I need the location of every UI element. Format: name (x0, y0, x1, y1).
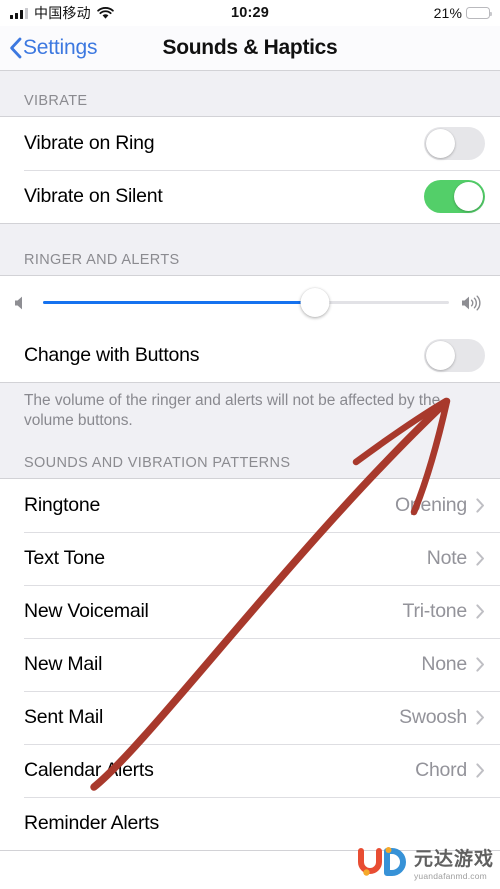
ringer-volume-slider[interactable] (43, 288, 449, 318)
row-label: Sent Mail (24, 706, 104, 728)
back-button-label: Settings (23, 36, 98, 59)
row-vibrate-on-silent[interactable]: Vibrate on Silent (0, 170, 500, 223)
row-value: Swoosh (399, 706, 467, 728)
row-new-voicemail[interactable]: New Voicemail Tri-tone (0, 585, 500, 638)
row-label: Calendar Alerts (24, 759, 154, 781)
watermark: 元达游戏 yuandafanmd.com (357, 846, 494, 885)
row-accessory (424, 180, 485, 213)
row-new-mail[interactable]: New Mail None (0, 638, 500, 691)
row-label: Reminder Alerts (24, 812, 159, 834)
toggle-change-with-buttons[interactable] (424, 339, 485, 372)
chevron-right-icon (476, 551, 485, 566)
section-spacer (0, 431, 500, 455)
section-spacer (0, 71, 500, 93)
speaker-high-icon (459, 293, 489, 313)
row-value: Chord (415, 759, 467, 781)
battery-percent-label: 21% (433, 5, 462, 21)
row-value: Opening (395, 494, 467, 516)
row-label: Vibrate on Ring (24, 132, 155, 154)
row-accessory: Swoosh (399, 706, 485, 729)
chevron-right-icon (476, 657, 485, 672)
chevron-right-icon (476, 710, 485, 725)
chevron-left-icon (9, 37, 22, 59)
chevron-right-icon (476, 498, 485, 513)
row-accessory (424, 127, 485, 160)
row-value: None (421, 653, 467, 675)
row-accessory (424, 339, 485, 372)
back-button[interactable]: Settings (0, 36, 97, 60)
toggle-vibrate-on-ring[interactable] (424, 127, 485, 160)
group-vibrate: Vibrate on Ring Vibrate on Silent (0, 116, 500, 224)
watermark-url: yuandafanmd.com (413, 871, 487, 882)
row-label: Change with Buttons (24, 344, 200, 366)
group-ringer: Change with Buttons (0, 275, 500, 383)
row-ringtone[interactable]: Ringtone Opening (0, 479, 500, 532)
section-spacer (0, 224, 500, 252)
iphone-screen: 中国移动 10:29 21% Settings Sounds & Haptics… (0, 0, 500, 889)
slider-thumb[interactable] (300, 288, 330, 317)
row-accessory: None (421, 653, 485, 676)
status-bar-left: 中国移动 (10, 3, 114, 23)
row-value: Tri-tone (402, 600, 468, 622)
row-accessory: Tri-tone (403, 600, 485, 623)
navigation-bar: Settings Sounds & Haptics (0, 26, 500, 71)
row-label: Vibrate on Silent (24, 185, 163, 207)
group-sounds: Ringtone Opening Text Tone Note New Voic… (0, 478, 500, 851)
chevron-right-icon (476, 763, 485, 778)
speaker-low-icon (11, 293, 33, 313)
wifi-icon (97, 6, 114, 20)
row-accessory: Note (427, 547, 485, 570)
row-label: New Mail (24, 653, 103, 675)
row-label: New Voicemail (24, 600, 149, 622)
carrier-label: 中国移动 (34, 6, 91, 22)
watermark-text: 元达游戏 yuandafanmd.com (414, 850, 494, 881)
slider-track-fill (43, 300, 316, 305)
row-calendar-alerts[interactable]: Calendar Alerts Chord (0, 744, 500, 797)
cellular-bars-icon (10, 7, 28, 19)
row-ringer-volume[interactable] (0, 276, 500, 329)
status-bar: 中国移动 10:29 21% (0, 0, 500, 26)
status-bar-right: 21% (433, 5, 493, 21)
chevron-right-icon (476, 604, 485, 619)
ringer-footnote: The volume of the ringer and alerts will… (0, 383, 500, 431)
section-header-sounds: SOUNDS AND VIBRATION PATTERNS (0, 455, 500, 478)
row-accessory: Opening (395, 494, 485, 517)
row-text-tone[interactable]: Text Tone Note (0, 532, 500, 585)
section-header-vibrate: VIBRATE (0, 93, 500, 116)
watermark-logo-icon (357, 846, 409, 885)
row-change-with-buttons[interactable]: Change with Buttons (0, 329, 500, 382)
battery-icon (466, 7, 493, 19)
row-value: Note (426, 547, 467, 569)
settings-list: VIBRATE Vibrate on Ring Vibrate on Silen… (0, 71, 500, 851)
row-accessory: Chord (415, 759, 485, 782)
section-header-ringer: RINGER AND ALERTS (0, 252, 500, 275)
row-label: Ringtone (24, 494, 101, 516)
row-reminder-alerts[interactable]: Reminder Alerts (0, 797, 500, 850)
row-vibrate-on-ring[interactable]: Vibrate on Ring (0, 117, 500, 170)
watermark-brand: 元达游戏 (413, 848, 494, 871)
row-sent-mail[interactable]: Sent Mail Swoosh (0, 691, 500, 744)
toggle-vibrate-on-silent[interactable] (424, 180, 485, 213)
row-label: Text Tone (24, 547, 105, 569)
